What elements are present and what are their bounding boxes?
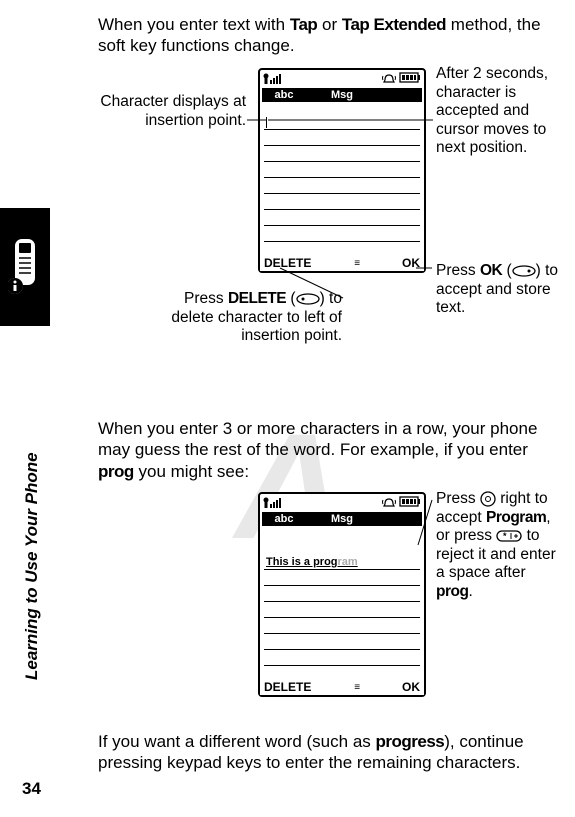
star-key-icon: * [496,530,522,542]
text-line [264,586,420,602]
signal-icon [263,72,287,86]
text-line [264,618,420,634]
phone-screen-1: Msg abc DELETE ≡ OK [258,68,426,273]
delete-softkey: DELETE [264,256,311,270]
ok-softkey: OK [402,256,420,270]
text-line [264,178,420,194]
callout-press-right: Press right to accept Program, or press … [436,490,556,602]
callout-insertion-point: Character displays at insertion point. [92,93,246,130]
left-softkey-icon [296,293,320,305]
phone-info-icon [8,238,42,298]
battery-icon [399,496,421,508]
callout-after-2-seconds: After 2 seconds, character is accepted a… [436,65,566,158]
right-softkey-icon [512,265,536,277]
text-line [264,210,420,226]
svg-text:*: * [503,531,507,541]
input-mode-indicator: abc [264,88,304,102]
vibrate-icon [382,72,396,84]
text-line [264,570,420,586]
page-number: 34 [22,779,41,799]
menu-icon: ≡ [354,258,359,269]
side-tab [0,208,50,326]
ok-softkey: OK [402,680,420,694]
text-line [264,538,420,554]
paragraph-2: When you enter 3 or more characters in a… [98,418,554,482]
text-line [264,602,420,618]
text-line [264,634,420,650]
text-line [264,226,420,242]
paragraph-1: When you enter text with Tap or Tap Exte… [98,14,556,57]
text-line [264,114,420,130]
text-line [264,130,420,146]
text-area [264,114,420,253]
phone-screen-2: Msg abc This is a program DELETE ≡ OK [258,492,426,697]
softkey-bar: DELETE ≡ OK [260,679,424,695]
battery-icon [399,72,421,84]
signal-icon [263,496,287,510]
cursor-icon [266,117,267,128]
menu-icon: ≡ [354,682,359,693]
text-area: This is a program [264,538,420,677]
text-line [264,650,420,666]
input-mode-indicator: abc [264,512,304,526]
text-line [264,194,420,210]
softkey-bar: DELETE ≡ OK [260,255,424,271]
nav-key-icon [480,491,496,507]
delete-softkey: DELETE [264,680,311,694]
callout-press-ok: Press OK () to accept and store text. [436,262,566,318]
text-line [264,162,420,178]
text-line [264,146,420,162]
callout-press-delete: Press DELETE () to delete character to l… [148,290,342,346]
vibrate-icon [382,496,396,508]
text-line: This is a program [264,554,420,570]
paragraph-3: If you want a different word (such as pr… [98,731,554,774]
section-title: Learning to Use Your Phone [22,452,42,680]
